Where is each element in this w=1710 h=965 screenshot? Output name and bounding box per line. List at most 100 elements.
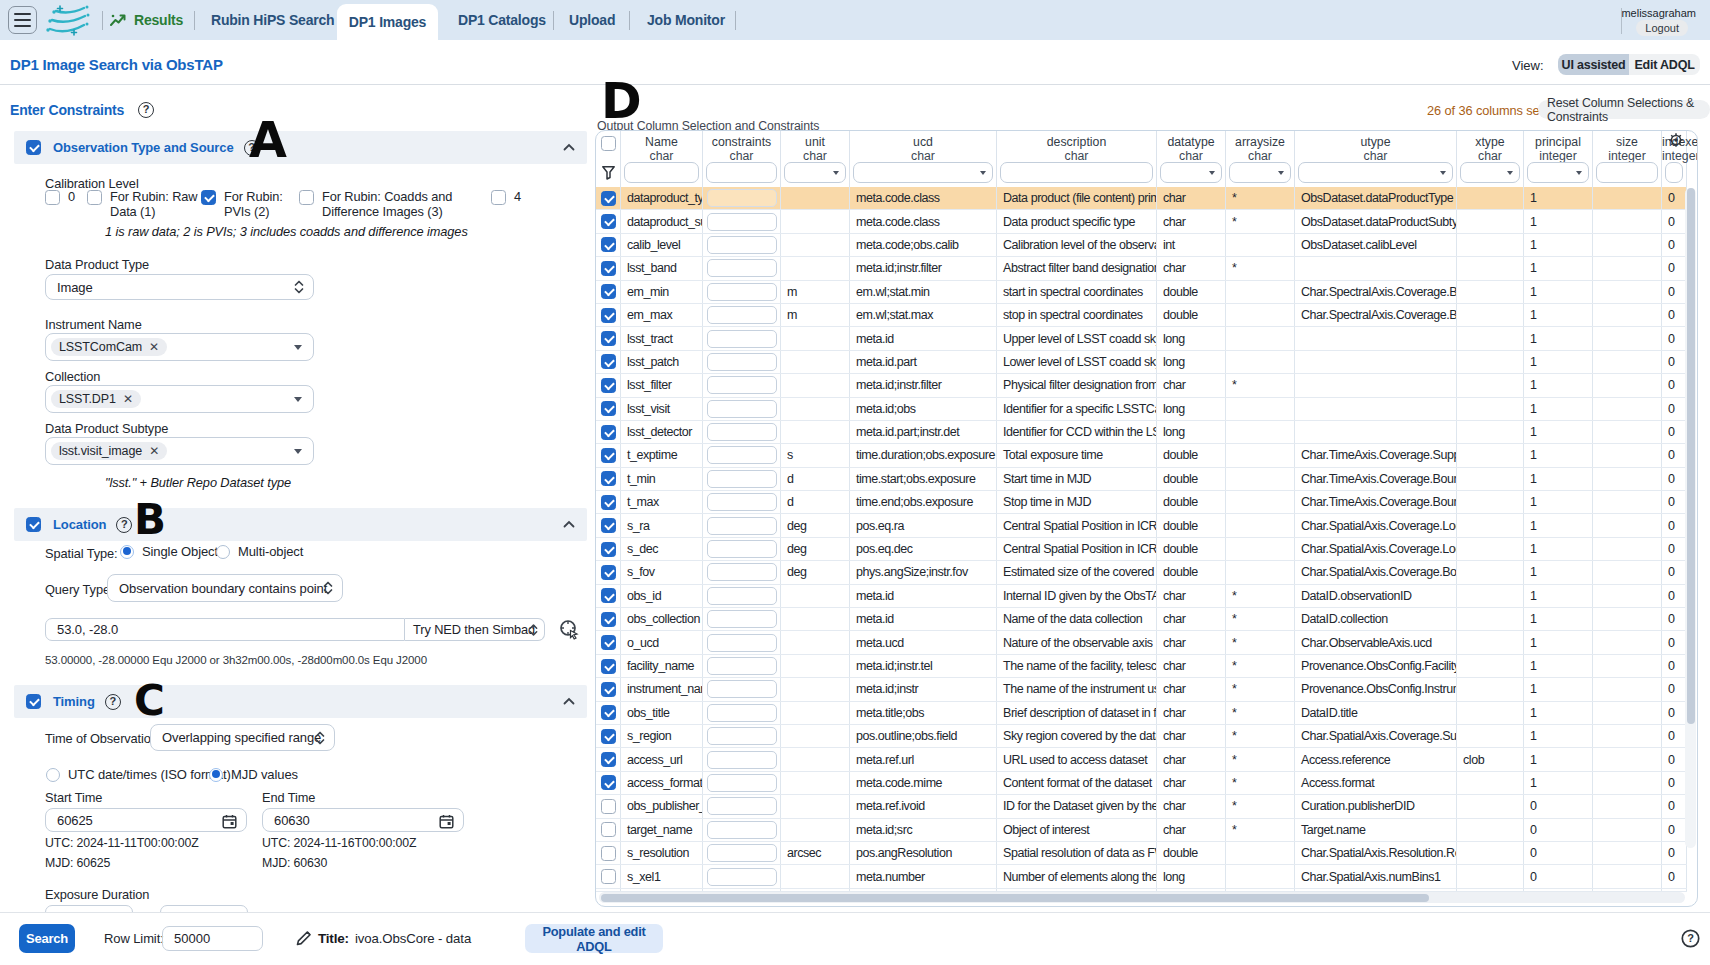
calib-checkbox-raw[interactable]	[87, 190, 102, 205]
table-row-s_fov[interactable]: s_fovdegphys.angSize;instr.fovEstimated …	[596, 561, 1687, 584]
row-checkbox[interactable]	[601, 448, 616, 463]
cell-constraints[interactable]	[703, 702, 781, 724]
table-row-em_min[interactable]: em_minmem.wl;stat.minstart in spectral c…	[596, 281, 1687, 304]
cell-sel[interactable]	[596, 702, 621, 724]
multi-object-radio-icon[interactable]	[216, 545, 230, 559]
table-row-t_min[interactable]: t_mindtime.start;obs.exposureStart time …	[596, 468, 1687, 491]
query-type-select[interactable]: Observation boundary contains point	[107, 574, 343, 602]
row-checkbox[interactable]	[601, 331, 616, 346]
table-row-o_ucd[interactable]: o_ucdmeta.ucdNature of the observable ax…	[596, 631, 1687, 654]
cell-sel[interactable]	[596, 304, 621, 326]
calib-checkbox-coadds[interactable]	[299, 190, 314, 205]
cell-sel[interactable]	[596, 398, 621, 420]
section-timing-header[interactable]: Timing ?	[14, 685, 587, 718]
constraint-input[interactable]	[707, 517, 777, 535]
table-row-facility_name[interactable]: facility_namemeta.id;instr.telThe name o…	[596, 655, 1687, 678]
table-row-obs_publisher_did[interactable]: obs_publisher_didmeta.ref.ivoidID for th…	[596, 795, 1687, 818]
constraint-input[interactable]	[707, 868, 777, 886]
horizontal-scrollbar-thumb[interactable]	[601, 894, 1429, 902]
logout-button[interactable]: Logout	[1636, 20, 1688, 36]
row-checkbox[interactable]	[601, 191, 616, 206]
cell-constraints[interactable]	[703, 304, 781, 326]
row-checkbox[interactable]	[601, 495, 616, 510]
constraint-input[interactable]	[707, 540, 777, 558]
row-checkbox[interactable]	[601, 659, 616, 674]
column-header-principal[interactable]: principalinteger	[1524, 131, 1593, 187]
row-limit-input[interactable]: 50000	[162, 926, 263, 951]
cell-sel[interactable]	[596, 585, 621, 607]
view-ui-assisted-button[interactable]: UI assisted	[1558, 54, 1629, 75]
enter-constraints-help-icon[interactable]: ?	[138, 102, 154, 118]
table-row-s_xel1[interactable]: s_xel1meta.numberNumber of elements alon…	[596, 865, 1687, 888]
table-row-lsst_patch[interactable]: lsst_patchmeta.id.partLower level of LSS…	[596, 351, 1687, 374]
mjd-radio-icon[interactable]	[209, 768, 223, 782]
filter-principal-select[interactable]	[1527, 162, 1589, 183]
cell-constraints[interactable]	[703, 819, 781, 841]
row-checkbox[interactable]	[601, 518, 616, 533]
row-checkbox[interactable]	[601, 425, 616, 440]
row-checkbox[interactable]	[601, 401, 616, 416]
cell-sel[interactable]	[596, 351, 621, 373]
constraint-input[interactable]	[707, 306, 777, 324]
menu-hamburger-button[interactable]	[8, 6, 37, 34]
column-header-xtype[interactable]: xtypechar	[1457, 131, 1524, 187]
cell-sel[interactable]	[596, 257, 621, 279]
cell-constraints[interactable]	[703, 468, 781, 490]
row-checkbox[interactable]	[601, 775, 616, 790]
row-checkbox[interactable]	[601, 799, 616, 814]
filter-description-input[interactable]	[1000, 162, 1153, 183]
calib-option-pvi[interactable]: For Rubin: PVIs (2)	[201, 190, 292, 219]
constraint-input[interactable]	[707, 657, 777, 675]
table-row-lsst_tract[interactable]: lsst_tractmeta.idUpper level of LSST coa…	[596, 327, 1687, 350]
cell-constraints[interactable]	[703, 538, 781, 560]
constraint-input[interactable]	[707, 330, 777, 348]
cell-constraints[interactable]	[703, 351, 781, 373]
cell-sel[interactable]	[596, 561, 621, 583]
row-checkbox[interactable]	[601, 588, 616, 603]
column-header-datatype[interactable]: datatypechar	[1157, 131, 1226, 187]
cell-sel[interactable]	[596, 865, 621, 887]
cell-sel[interactable]	[596, 772, 621, 794]
constraint-input[interactable]	[707, 587, 777, 605]
table-row-lsst_filter[interactable]: lsst_filtermeta.id;instr.filterPhysical …	[596, 374, 1687, 397]
row-checkbox[interactable]	[601, 869, 616, 884]
calib-option-4[interactable]: 4	[491, 190, 528, 205]
section-location-header[interactable]: Location ?	[14, 508, 587, 541]
constraint-input[interactable]	[707, 774, 777, 792]
constraint-input[interactable]	[707, 353, 777, 371]
tab-job-monitor[interactable]: Job Monitor	[647, 0, 725, 40]
row-checkbox[interactable]	[601, 846, 616, 861]
calib-option-raw[interactable]: For Rubin: Raw Data (1)	[87, 190, 202, 219]
constraint-input[interactable]	[707, 610, 777, 628]
cell-sel[interactable]	[596, 210, 621, 232]
row-checkbox[interactable]	[601, 354, 616, 369]
instrument-name-combobox[interactable]: LSSTComCam ✕	[45, 333, 314, 361]
table-row-lsst_band[interactable]: lsst_bandmeta.id;instr.filterAbstract fi…	[596, 257, 1687, 280]
filter-arraysize-select[interactable]	[1229, 162, 1291, 183]
cell-sel[interactable]	[596, 538, 621, 560]
table-row-s_dec[interactable]: s_decdegpos.eq.decCentral Spatial Positi…	[596, 538, 1687, 561]
cell-constraints[interactable]	[703, 374, 781, 396]
section-observation-collapse-icon[interactable]	[563, 143, 575, 151]
row-checkbox[interactable]	[601, 284, 616, 299]
row-checkbox[interactable]	[601, 565, 616, 580]
filter-size-input[interactable]	[1596, 162, 1658, 183]
table-vertical-scrollbar[interactable]	[1685, 188, 1696, 848]
subtype-chip-remove-icon[interactable]: ✕	[149, 444, 159, 458]
column-header-utype[interactable]: utypechar	[1295, 131, 1457, 187]
cell-constraints[interactable]	[703, 210, 781, 232]
table-row-target_name[interactable]: target_namemeta.id;srcObject of interest…	[596, 819, 1687, 842]
table-row-access_url[interactable]: access_urlmeta.ref.urlURL used to access…	[596, 748, 1687, 771]
cell-constraints[interactable]	[703, 514, 781, 536]
row-checkbox[interactable]	[601, 729, 616, 744]
constraint-input[interactable]	[707, 563, 777, 581]
tab-dp1-images[interactable]: DP1 Images	[337, 4, 438, 40]
cell-sel[interactable]	[596, 795, 621, 817]
calendar-icon[interactable]	[439, 814, 454, 829]
vertical-scrollbar-thumb[interactable]	[1687, 188, 1695, 724]
cell-constraints[interactable]	[703, 725, 781, 747]
section-location-checkbox[interactable]	[26, 517, 41, 532]
cell-constraints[interactable]	[703, 585, 781, 607]
cell-constraints[interactable]	[703, 187, 781, 209]
cell-constraints[interactable]	[703, 398, 781, 420]
